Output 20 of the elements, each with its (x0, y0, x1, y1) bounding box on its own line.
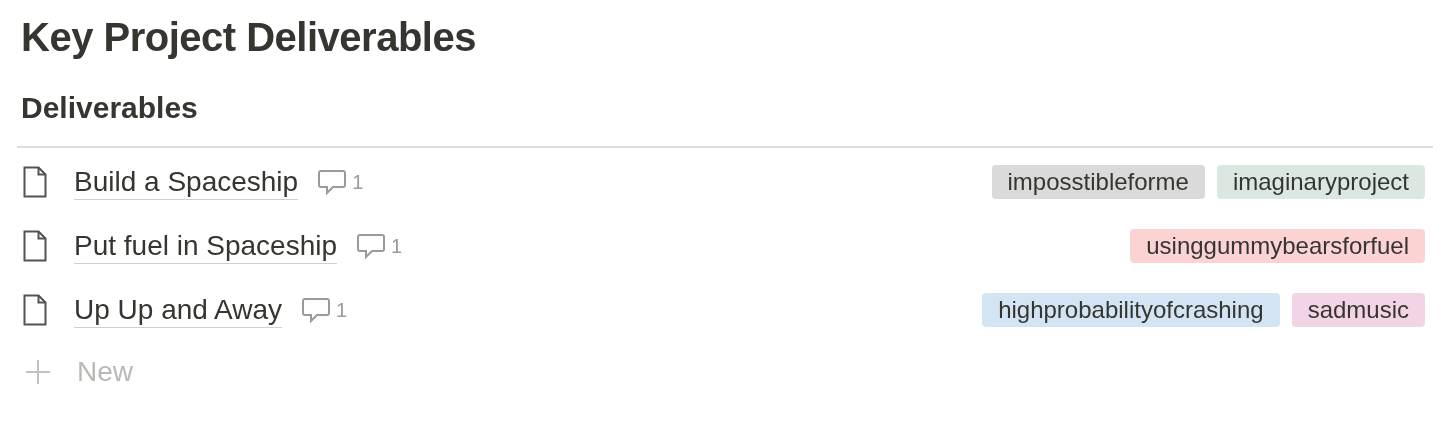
comment-icon (318, 169, 347, 195)
comment-count: 1 (391, 234, 403, 258)
page-title-link[interactable]: Put fuel in Spaceship (74, 228, 338, 264)
plus-icon[interactable] (25, 359, 51, 385)
comment-icon (302, 297, 331, 323)
page-title-link[interactable]: Up Up and Away (74, 292, 283, 328)
tag: highprobabilityofcrashing (982, 293, 1280, 327)
comment-count: 1 (336, 298, 348, 322)
page-icon (23, 230, 47, 262)
tag: imaginaryproject (1216, 165, 1425, 199)
comment-icon (357, 233, 386, 259)
view-title: Deliverables (21, 90, 199, 126)
tag: sadmusic (1291, 293, 1425, 327)
page-icon (23, 294, 47, 326)
page-title-link[interactable]: Build a Spaceship (74, 164, 299, 200)
page-icon (23, 166, 47, 198)
tag: imposstibleforme (991, 165, 1205, 199)
tag: usinggummybearsforfuel (1130, 229, 1425, 263)
page-title: Key Project Deliverables (21, 14, 477, 61)
comment-count: 1 (352, 170, 364, 194)
